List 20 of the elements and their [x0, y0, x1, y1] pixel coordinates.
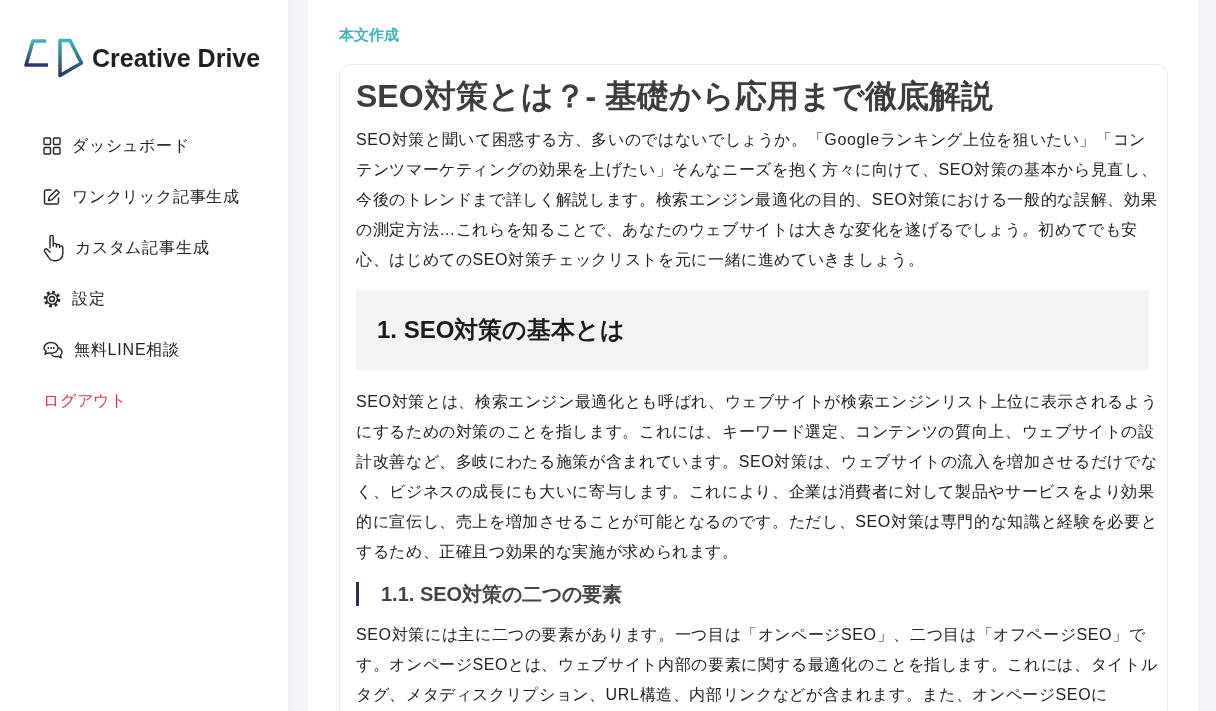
subsection-heading: 1.1. SEO対策の二つの要素 — [356, 582, 1159, 606]
logo-icon — [24, 38, 84, 78]
article-title: SEO対策とは？- 基礎から応用まで徹底解説 — [356, 77, 995, 116]
grid-icon — [43, 136, 61, 155]
sidebar-item[interactable]: ワンクリック記事生成 — [43, 171, 240, 222]
section-label: 本文作成 — [339, 25, 399, 45]
article-paragraph: SEO対策には主に二つの要素があります。一つ目は「オンページSEO」、二つ目は「オフページSEO」です。オンページSEOとは、ウェブサイト内部の要素に関する最適化のことを指します。これには、タイトルタグ、メタディスクリプション、URL構造、内部リンクなどが含まれます。また、オンページSEOに — [356, 625, 1159, 705]
section-heading: 1. SEO対策の基本とは — [356, 290, 1149, 370]
sidebar-item[interactable]: ダッシュボード — [43, 120, 190, 171]
sidebar-item[interactable]: カスタム記事生成 — [43, 222, 210, 273]
sidebar-item[interactable]: 設定 — [43, 273, 106, 324]
sidebar-item[interactable]: 無料LINE相談 — [43, 324, 180, 375]
hand-pointer-icon — [43, 233, 64, 262]
chat-bubbles-icon — [43, 340, 63, 359]
article-paragraph: SEO対策とは、検索エンジン最適化とも呼ばれ、ウェブサイトが検索エンジンリスト上位に表示されるようにするための対策のことを指します。これには、キーワード選定、コンテンツの質向上、ウェブサイトの設計改善など、多岐にわたる施策が含まれています。SEO対策は、ウェブサイトの流入を増加させるだけでなく、ビジネスの成長にも大いに寄与します。これにより、企業は消費者に対して製品やサービスをより効果的に宣伝し、売上を増加させることが可能となるのです。ただし、SEO対策は専門的な知識と経験を必要とするため、正確且つ効果的な実施が求められます。 — [356, 392, 1159, 562]
gear-icon — [43, 289, 61, 308]
article-paragraph: SEO対策と聞いて困惑する方、多いのではないでしょうか。「Googleランキング上位を狙いたい」「コンテンツマーケティングの効果を上げたい」そんなニーズを抱く方々に向けて、SEO対策の基本から見直し、今後のトレンドまで詳しく解説します。検索エンジン最適化の目的、SEO対策における一般的な誤解、効果の測定方法…これらを知ることで、あなたのウェブサイトは大きな変化を遂げるでしょう。初めてでも安心、はじめてのSEO対策チェックリストを元に一緒に進めていきましょう。 — [356, 130, 1159, 270]
logout-link[interactable]: ログアウト — [43, 375, 127, 426]
edit-icon — [43, 187, 61, 206]
logo-text: Creative Drive — [92, 43, 261, 73]
